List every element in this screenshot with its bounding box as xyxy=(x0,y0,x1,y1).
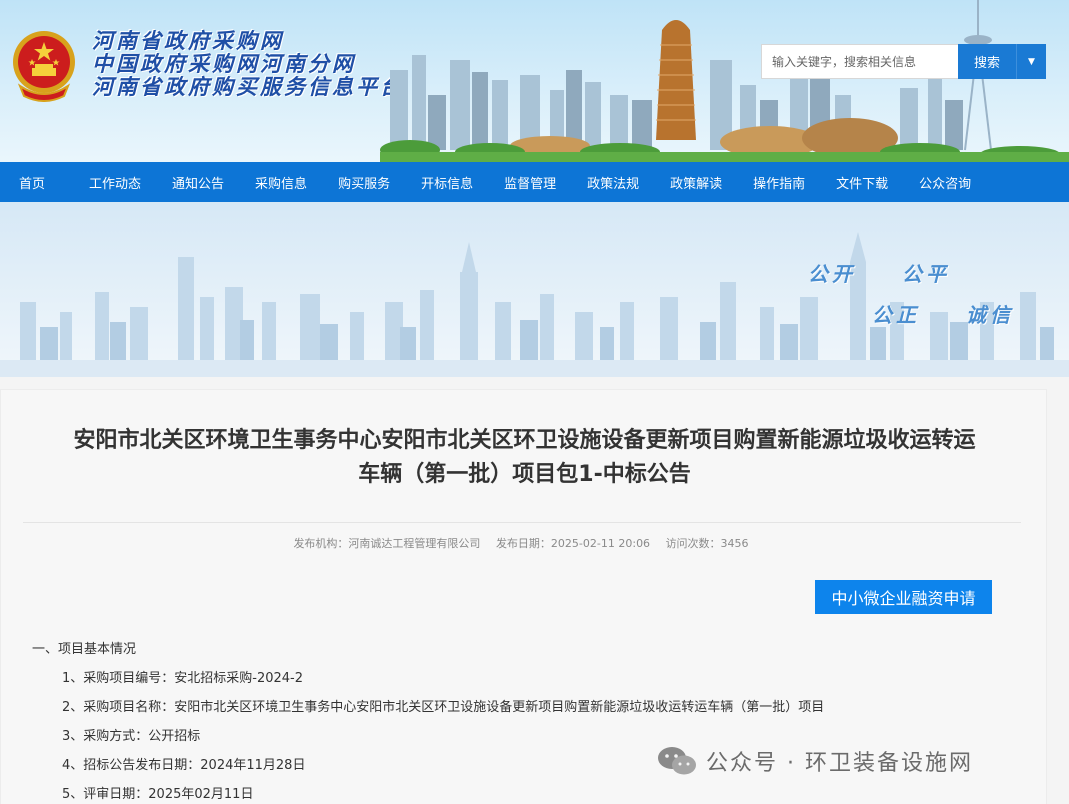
slogan-just: 公正 xyxy=(872,303,920,327)
section-heading-basic-info: 一、项目基本情况 xyxy=(32,642,137,657)
caret-down-icon: ▼ xyxy=(1028,56,1035,67)
national-emblem-icon xyxy=(13,31,75,102)
meta-publisher: 发布机构：河南诚达工程管理有限公司 xyxy=(293,537,481,550)
article-title: 安阳市北关区环境卫生事务中心安阳市北关区环卫设施设备更新项目购置新能源垃圾收运转… xyxy=(11,424,1038,492)
slogan-open: 公开 xyxy=(808,262,856,286)
nav-item-home[interactable]: 首页 xyxy=(19,173,45,192)
slogan-integrity: 诚信 xyxy=(966,303,1014,327)
item-project-name: 2、采购项目名称：安阳市北关区环境卫生事务中心安阳市北关区环卫设施设备更新项目购… xyxy=(62,700,825,715)
nav-item-supervision[interactable]: 监督管理 xyxy=(504,173,556,192)
item-notice-date: 4、招标公告发布日期：2024年11月28日 xyxy=(62,758,306,773)
article-title-line-1: 安阳市北关区环境卫生事务中心安阳市北关区环卫设施设备更新项目购置新能源垃圾收运转… xyxy=(73,428,976,453)
wechat-icon xyxy=(658,747,696,775)
search-box: 搜索 ▼ xyxy=(761,44,1046,79)
site-title-ccgp: 中国政府采购网河南分网 xyxy=(92,52,356,76)
nav-item-guide[interactable]: 操作指南 xyxy=(753,173,805,192)
site-header: 河南省政府采购网 中国政府采购网河南分网 河南省政府购买服务信息平台 输入关键字… xyxy=(0,0,1069,162)
header-skyline-illustration xyxy=(380,0,1069,162)
nav-item-work-news[interactable]: 工作动态 xyxy=(89,173,141,192)
finance-application-button[interactable]: 中小微企业融资申请 xyxy=(815,580,992,614)
site-title-service-platform: 河南省政府购买服务信息平台 xyxy=(92,75,404,99)
watermark-text: 公众号 · 环卫装备设施网 xyxy=(706,751,973,776)
nav-item-policy-interpretation[interactable]: 政策解读 xyxy=(670,173,722,192)
meta-visits: 访问次数：3456 xyxy=(665,537,749,550)
search-button[interactable]: 搜索 xyxy=(958,44,1016,79)
nav-item-bid-opening[interactable]: 开标信息 xyxy=(421,173,473,192)
wechat-watermark: 公众号 · 环卫装备设施网 xyxy=(656,744,973,778)
banner: 公开 公平 公正 诚信 xyxy=(0,202,1069,377)
nav-item-policies[interactable]: 政策法规 xyxy=(587,173,639,192)
item-project-number: 1、采购项目编号：安北招标采购-2024-2 xyxy=(62,671,304,686)
main-nav: 首页 工作动态 通知公告 采购信息 购买服务 开标信息 监督管理 政策法规 政策… xyxy=(0,162,1069,202)
title-divider xyxy=(23,522,1021,523)
nav-item-purchase-services[interactable]: 购买服务 xyxy=(338,173,390,192)
site-titles: 河南省政府采购网 中国政府采购网河南分网 河南省政府购买服务信息平台 xyxy=(92,30,404,99)
search-input[interactable] xyxy=(761,44,958,79)
meta-date: 发布日期：2025-02-11 20:06 xyxy=(495,537,651,550)
slogan-fair: 公平 xyxy=(902,262,950,286)
article-title-line-2: 车辆（第一批）项目包1-中标公告 xyxy=(358,462,691,487)
item-procurement-method: 3、采购方式：公开招标 xyxy=(62,729,201,744)
site-title-henan: 河南省政府采购网 xyxy=(92,29,284,53)
nav-item-consultation[interactable]: 公众咨询 xyxy=(919,173,971,192)
nav-item-downloads[interactable]: 文件下载 xyxy=(836,173,888,192)
nav-item-notices[interactable]: 通知公告 xyxy=(172,173,224,192)
item-review-date: 5、评审日期：2025年02月11日 xyxy=(62,787,254,802)
nav-item-procurement-info[interactable]: 采购信息 xyxy=(255,173,307,192)
article-meta: 发布机构：河南诚达工程管理有限公司 发布日期：2025-02-11 20:06 … xyxy=(1,535,1041,551)
search-dropdown-toggle[interactable]: ▼ xyxy=(1016,44,1046,79)
banner-skyline-illustration xyxy=(0,232,1069,377)
